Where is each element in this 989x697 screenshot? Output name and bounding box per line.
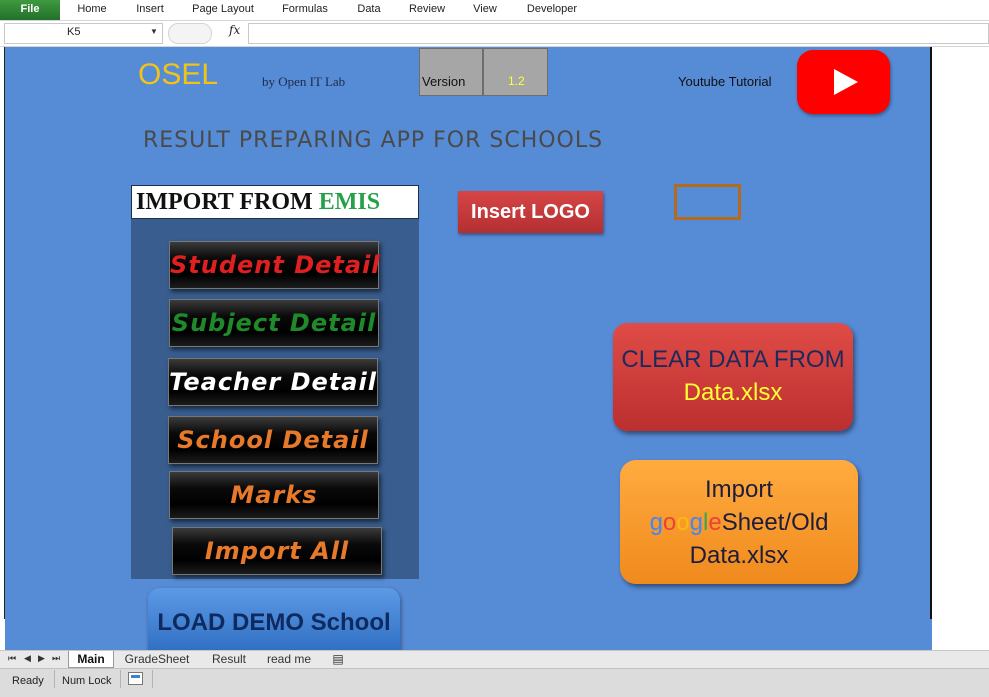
student-detail-button[interactable]: Student Detail: [169, 241, 380, 289]
load-demo-school-button[interactable]: LOAD DEMO School: [148, 588, 400, 654]
clear-data-button[interactable]: CLEAR DATA FROM Data.xlsx: [613, 323, 853, 431]
tab-insert[interactable]: Insert: [128, 0, 172, 20]
import-header-prefix: IMPORT FROM: [136, 189, 319, 215]
emis-label: EMIS: [318, 189, 381, 215]
macro-recording-icon[interactable]: [128, 672, 143, 685]
first-sheet-icon[interactable]: ⏮: [8, 653, 16, 664]
tab-formulas[interactable]: Formulas: [276, 0, 334, 20]
school-detail-button[interactable]: School Detail: [168, 416, 378, 464]
google-letter: o: [676, 509, 690, 536]
byline: by Open IT Lab: [262, 74, 346, 89]
status-bar: [0, 668, 989, 697]
sheet-tabs-bar: ⏮ ◀ ▶ ⏭ Main GradeSheet Result read me ▤: [0, 650, 989, 669]
divider: [54, 670, 55, 688]
clear-data-line1: CLEAR DATA FROM: [621, 346, 845, 373]
formula-bar: K5 ▼ fx: [0, 21, 989, 47]
clear-data-line2: Data.xlsx: [683, 379, 783, 406]
tab-developer[interactable]: Developer: [520, 0, 584, 20]
tab-file[interactable]: File: [0, 0, 60, 20]
tab-home[interactable]: Home: [70, 0, 114, 20]
tab-data[interactable]: Data: [350, 0, 388, 20]
prev-sheet-icon[interactable]: ◀: [24, 653, 31, 664]
sheet-tab-read-me[interactable]: read me: [262, 651, 316, 667]
tab-page-layout[interactable]: Page Layout: [186, 0, 260, 20]
import-line1: Import: [704, 476, 773, 503]
import-all-button[interactable]: Import All: [172, 527, 382, 575]
sheet-tab-result[interactable]: Result: [204, 651, 254, 667]
chevron-down-icon[interactable]: ▼: [150, 27, 158, 36]
marks-button[interactable]: Marks: [169, 471, 379, 519]
last-sheet-icon[interactable]: ⏭: [52, 653, 60, 664]
sheet-tab-gradesheet[interactable]: GradeSheet: [118, 651, 196, 667]
status-num-lock: Num Lock: [62, 675, 112, 687]
import-line2-rest: Sheet/Old: [721, 509, 829, 536]
insert-logo-button[interactable]: Insert LOGO: [458, 191, 603, 233]
teacher-detail-button[interactable]: Teacher Detail: [168, 358, 378, 406]
google-letter: o: [662, 509, 677, 536]
google-letter: e: [708, 509, 722, 536]
import-line3: Data.xlsx: [689, 542, 789, 569]
app-logo-text: OSEL: [138, 58, 219, 91]
name-box-value: K5: [67, 26, 81, 38]
page-title: RESULT PREPARING APP FOR SCHOOLS: [143, 128, 604, 153]
insert-sheet-icon[interactable]: ▤: [326, 651, 350, 667]
formula-input[interactable]: [248, 23, 989, 44]
sheet-tab-main[interactable]: Main: [68, 651, 114, 668]
next-sheet-icon[interactable]: ▶: [38, 653, 45, 664]
google-letter: g: [649, 509, 663, 536]
logo-placeholder[interactable]: [674, 184, 741, 220]
youtube-tutorial-label: Youtube Tutorial: [678, 74, 772, 89]
version-number: 1.2: [508, 74, 525, 88]
subject-detail-button[interactable]: Subject Detail: [169, 299, 379, 347]
name-box[interactable]: K5 ▼: [4, 23, 163, 44]
play-icon: [834, 69, 858, 95]
youtube-button[interactable]: [797, 50, 890, 114]
function-icon[interactable]: fx: [229, 23, 240, 37]
divider: [152, 670, 153, 688]
google-letter: g: [689, 509, 703, 536]
import-googlesheet-button[interactable]: Import googleSheet/Old Data.xlsx: [620, 460, 858, 584]
import-header: IMPORT FROM EMIS: [131, 185, 419, 219]
tab-view[interactable]: View: [466, 0, 504, 20]
divider: [930, 47, 932, 619]
version-number-cell: [483, 48, 548, 96]
status-ready: Ready: [12, 675, 44, 687]
divider: [120, 670, 121, 688]
divider: [4, 47, 5, 619]
ribbon-tabs: File Home Insert Page Layout Formulas Da…: [0, 0, 989, 21]
google-wordmark: google: [650, 509, 722, 536]
version-label: Version: [422, 74, 466, 89]
tab-review[interactable]: Review: [403, 0, 451, 20]
formula-bar-grip[interactable]: [168, 23, 212, 44]
